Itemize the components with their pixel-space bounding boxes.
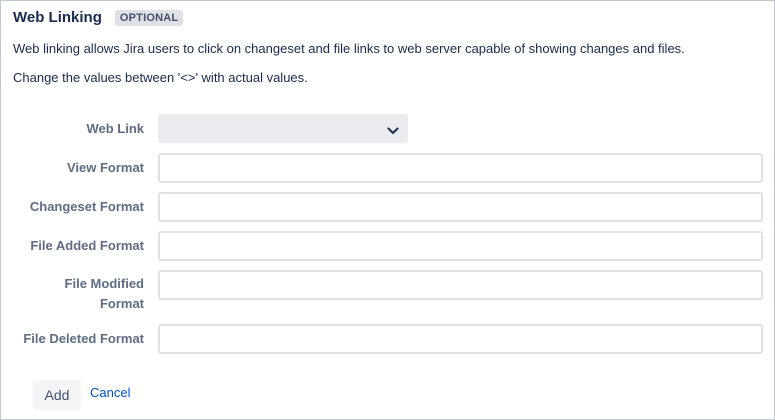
instruction-text: Change the values between '<>' with actu… — [13, 70, 308, 85]
section-title: Web Linking — [13, 9, 102, 26]
optional-badge: OPTIONAL — [114, 10, 184, 26]
web-linking-panel: Web Linking OPTIONAL Web linking allows … — [0, 0, 775, 420]
view-format-label: View Format — [66, 160, 144, 175]
section-header: Web Linking OPTIONAL — [13, 9, 184, 26]
cancel-link[interactable]: Cancel — [90, 385, 130, 400]
file-modified-label-line1: File Modified — [64, 276, 144, 291]
web-link-select[interactable] — [158, 114, 408, 143]
file-added-format-input[interactable] — [158, 231, 763, 261]
chevron-down-icon — [387, 123, 399, 141]
add-button[interactable]: Add — [33, 380, 81, 410]
description-text: Web linking allows Jira users to click o… — [13, 41, 685, 56]
file-added-format-label: File Added Format — [30, 238, 144, 253]
file-modified-label-line2: Format — [99, 296, 144, 311]
web-link-label: Web Link — [86, 121, 144, 136]
file-deleted-format-input[interactable] — [158, 324, 763, 354]
view-format-input[interactable] — [158, 153, 763, 183]
changeset-format-label: Changeset Format — [29, 199, 144, 214]
changeset-format-input[interactable] — [158, 192, 763, 222]
file-modified-format-label: File Modified Format — [65, 274, 144, 314]
file-deleted-format-label: File Deleted Format — [23, 331, 144, 346]
file-modified-format-input[interactable] — [158, 270, 763, 300]
